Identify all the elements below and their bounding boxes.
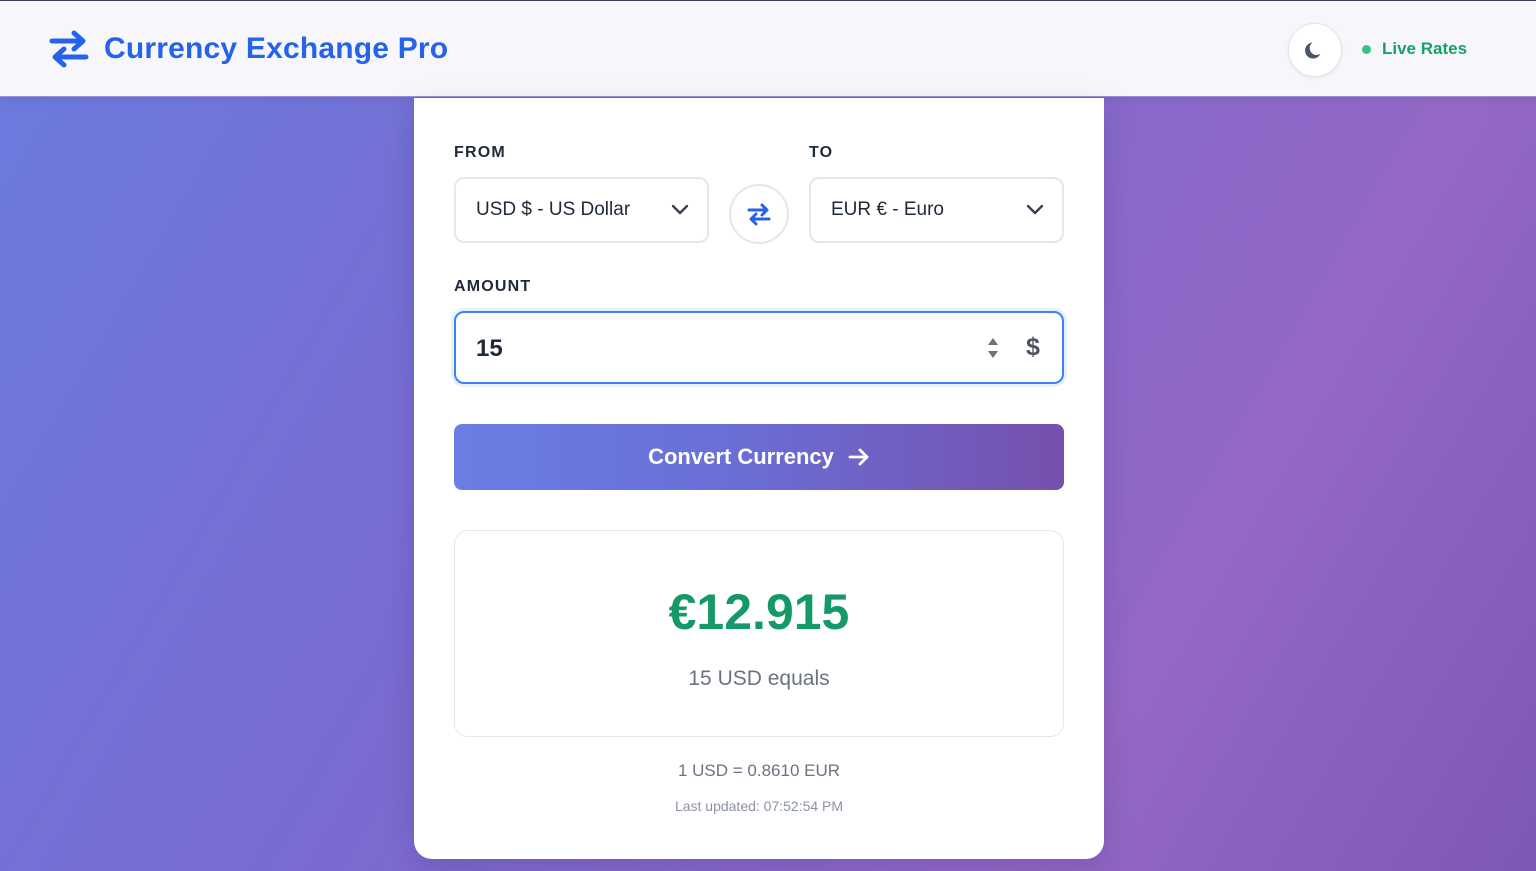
from-currency-value: USD $ - US Dollar xyxy=(476,199,631,220)
brand: Currency Exchange Pro xyxy=(48,29,448,69)
to-currency-value: EUR € - Euro xyxy=(831,199,944,220)
chevron-down-icon xyxy=(671,204,689,215)
from-label: FROM xyxy=(454,144,506,161)
exchange-arrows-icon xyxy=(49,30,89,68)
convert-button-label: Convert Currency xyxy=(648,444,834,469)
theme-toggle-button[interactable] xyxy=(1288,23,1342,77)
amount-value: 15 xyxy=(476,335,503,362)
app-title: Currency Exchange Pro xyxy=(104,32,449,65)
result-description: 15 USD equals xyxy=(688,667,830,690)
status-dot xyxy=(1362,44,1371,54)
exchange-rate: 1 USD = 0.8610 EUR xyxy=(677,761,841,780)
live-rates-label: Live Rates xyxy=(1382,39,1468,58)
amount-input[interactable]: 15 $ xyxy=(454,311,1064,384)
to-currency-select[interactable]: EUR € - Euro xyxy=(809,177,1064,243)
amount-currency-symbol: $ xyxy=(1026,333,1040,361)
last-updated: Last updated: 07:52:54 PM xyxy=(674,798,844,814)
convert-currency-button[interactable]: Convert Currency xyxy=(454,424,1064,490)
swap-currencies-button[interactable] xyxy=(729,184,789,244)
moon-icon xyxy=(1305,42,1321,59)
converted-amount: €12.915 xyxy=(668,584,850,640)
conversion-result: €12.915 15 USD equals xyxy=(454,530,1064,737)
swap-arrows-icon xyxy=(747,203,771,226)
number-stepper-icon[interactable] xyxy=(986,335,1000,361)
top-header: Currency Exchange Pro Live Rates xyxy=(0,0,1536,97)
converter-card: FROM TO USD $ - US Dollar EUR € - Euro A… xyxy=(414,98,1104,859)
live-rates-status: Live Rates xyxy=(1362,39,1467,59)
to-label: TO xyxy=(809,144,834,161)
from-currency-select[interactable]: USD $ - US Dollar xyxy=(454,177,709,243)
arrow-right-icon xyxy=(848,448,869,466)
chevron-down-icon xyxy=(1026,204,1044,215)
amount-label: AMOUNT xyxy=(454,278,532,295)
